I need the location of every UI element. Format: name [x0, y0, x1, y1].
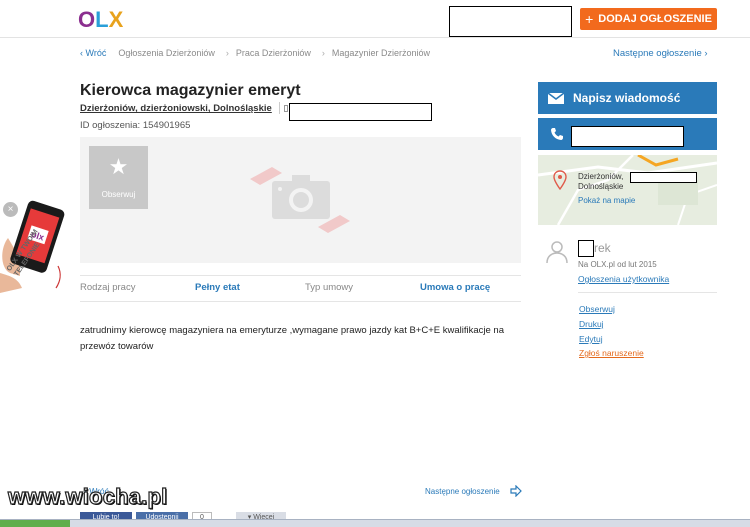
divider [578, 292, 717, 293]
observe-button[interactable]: ★ Obserwuj [89, 146, 148, 209]
redaction-box [289, 103, 432, 121]
redaction-box [578, 240, 594, 257]
envelope-icon [548, 92, 564, 104]
star-icon: ★ [108, 154, 129, 179]
location-map[interactable] [538, 155, 717, 225]
redaction-box [571, 126, 684, 147]
chevron-right-icon: › [321, 48, 325, 58]
map-location-text: Dzierżoniów, Dolnośląskie [578, 172, 624, 191]
edit-link[interactable]: Edytuj [579, 334, 603, 344]
breadcrumb-item[interactable]: Ogłoszenia Dzierżoniów [118, 48, 215, 58]
ad-id: ID ogłoszenia: 154901965 [80, 120, 191, 131]
bottom-next-link[interactable]: Następne ogłoszenie [425, 487, 500, 496]
add-listing-button[interactable]: + DODAJ OGŁOSZENIE [580, 8, 717, 30]
param-label: Rodzaj pracy [80, 282, 136, 293]
small-checkbox-icon [284, 105, 288, 112]
redaction-box [630, 172, 697, 183]
divider [80, 301, 521, 302]
back-link[interactable]: ‹ Wróć [80, 48, 106, 58]
divider [80, 275, 521, 276]
user-since: Na OLX.pl od lut 2015 [578, 260, 657, 269]
camera-icon [250, 167, 350, 233]
send-message-button[interactable]: Napisz wiadomość [538, 82, 717, 114]
plus-icon: + [585, 11, 594, 27]
user-name: rek [594, 241, 611, 255]
ad-location[interactable]: Dzierżoniów, dzierżoniowski, Dolnośląski… [80, 103, 272, 114]
breadcrumb-item[interactable]: Magazynier Dzierżoniów [332, 48, 430, 58]
ad-description: zatrudnimy kierowcę magazyniera na emery… [80, 325, 504, 352]
param-value[interactable]: Pełny etat [195, 282, 240, 293]
print-link[interactable]: Drukuj [579, 319, 604, 329]
start-button[interactable] [0, 520, 70, 527]
next-ad-link[interactable]: Następne ogłoszenie › [613, 48, 708, 59]
watermark: www.wiocha.pl [7, 483, 168, 509]
phone-icon [551, 128, 563, 140]
report-abuse-link[interactable]: Zgłoś naruszenie [579, 348, 644, 358]
close-icon[interactable]: × [3, 202, 18, 217]
arrow-right-icon[interactable] [510, 485, 522, 497]
map-pin-icon [553, 170, 567, 190]
breadcrumb-item[interactable]: Praca Dzierżoniów [236, 48, 311, 58]
redaction-box [449, 6, 572, 37]
param-label: Typ umowy [305, 282, 354, 293]
user-ads-link[interactable]: Ogłoszenia użytkownika [578, 274, 669, 284]
taskbar [0, 519, 750, 527]
observe-link[interactable]: Obserwuj [579, 304, 615, 314]
chevron-right-icon: › [225, 48, 229, 58]
olx-logo[interactable]: OLX [78, 7, 123, 33]
breadcrumb: ‹ Wróć Ogłoszenia Dzierżoniów › Praca Dz… [80, 48, 434, 58]
user-avatar-icon [546, 241, 568, 264]
divider [279, 102, 280, 114]
ad-title: Kierowca magazynier emeryt [80, 82, 301, 99]
show-on-map-link[interactable]: Pokaż na mapie [578, 196, 635, 205]
param-value[interactable]: Umowa o pracę [420, 282, 490, 293]
